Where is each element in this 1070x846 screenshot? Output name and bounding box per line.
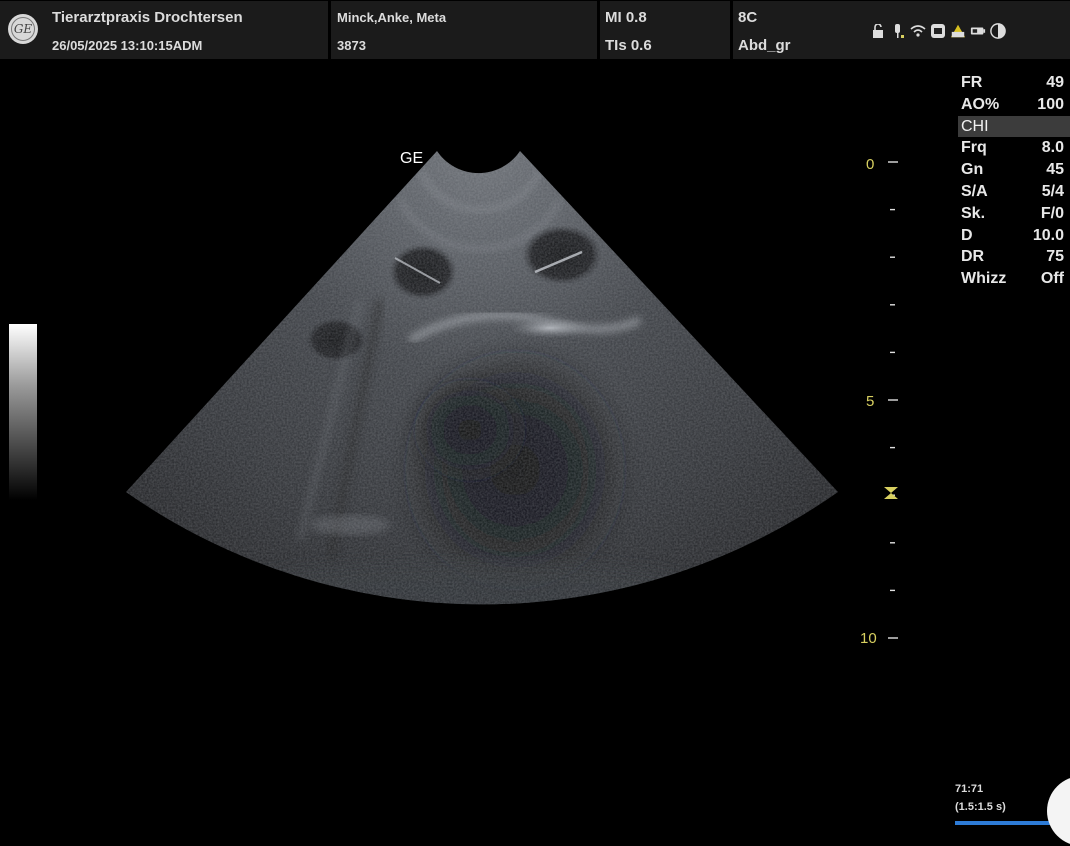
battery-icon[interactable] <box>970 23 986 39</box>
header-index-cell: MI 0.8 TIs 0.6 <box>600 1 730 59</box>
cine-duration: (1.5:1.5 s) <box>955 801 1006 813</box>
param-row-d: D 10.0 <box>958 225 1070 247</box>
param-value: Off <box>1040 270 1064 288</box>
cine-progress-fill <box>955 821 1050 825</box>
param-label: CHI <box>961 117 989 135</box>
param-label: S/A <box>961 182 988 200</box>
patient-id: 3873 <box>337 38 366 53</box>
param-value: 75 <box>1046 248 1064 266</box>
cine-frame-count: 71:71 <box>955 783 984 795</box>
param-row-chi: CHI <box>958 115 1070 138</box>
probe-icon[interactable] <box>890 23 906 39</box>
thermal-index: TIs 0.6 <box>605 37 652 54</box>
patient-name: Minck,Anke, Meta <box>337 10 447 25</box>
header-clinic-cell: GE Tierarztpraxis Drochtersen 26/05/2025… <box>0 1 328 59</box>
cine-progress-bar[interactable] <box>955 821 1050 825</box>
param-label: Gn <box>961 161 984 179</box>
param-label: DR <box>961 248 985 266</box>
probe-name: 8C <box>738 9 758 26</box>
focus-marker-icon[interactable] <box>884 487 898 499</box>
param-row-frq: Frq 8.0 <box>958 137 1070 159</box>
param-row-dr: DR 75 <box>958 246 1070 268</box>
param-label: D <box>961 226 973 244</box>
lock-icon[interactable] <box>870 23 886 39</box>
status-icons <box>870 19 1006 43</box>
contrast-icon[interactable] <box>990 23 1006 39</box>
network-icon[interactable] <box>930 23 946 39</box>
header-patient-cell[interactable]: Minck,Anke, Meta 3873 <box>331 1 597 59</box>
depth-label-10: 10 <box>860 630 877 647</box>
exam-preset: Abd_gr <box>738 37 791 54</box>
depth-label-0: 0 <box>866 156 875 173</box>
param-value: 49 <box>1046 74 1064 91</box>
param-value: 5/4 <box>1041 182 1064 200</box>
exam-datetime: 26/05/2025 13:10:15ADM <box>52 38 203 53</box>
param-label: Whizz <box>961 270 1007 288</box>
ge-logo-icon: GE <box>8 14 38 44</box>
wifi-icon[interactable] <box>910 23 926 39</box>
param-value: F/0 <box>1040 204 1064 222</box>
param-value: 45 <box>1046 161 1064 179</box>
param-value: 10.0 <box>1032 226 1064 244</box>
param-row-sa: S/A 5/4 <box>958 181 1070 203</box>
gray-map-bar <box>9 324 37 500</box>
param-value: 8.0 <box>1041 139 1064 157</box>
param-label: AO% <box>961 95 1000 113</box>
orientation-mark: GE <box>400 150 424 167</box>
param-label: Sk. <box>961 204 986 222</box>
imaging-parameters: FR 49 AO% 100 CHI Frq 8.0 Gn 45 S/A 5/4 Sk. F/… <box>958 72 1070 290</box>
param-label: Frq <box>961 139 987 157</box>
param-value: 100 <box>1037 95 1064 113</box>
mechanical-index: MI 0.8 <box>605 9 647 26</box>
param-row-gn: Gn 45 <box>958 159 1070 181</box>
param-label: FR <box>961 74 983 91</box>
header-bar: GE Tierarztpraxis Drochtersen 26/05/2025… <box>0 0 1070 60</box>
param-row-ao: AO% 100 <box>958 94 1070 116</box>
depth-label-5: 5 <box>866 393 875 410</box>
warning-icon[interactable] <box>950 23 966 39</box>
clinic-name: Tierarztpraxis Drochtersen <box>52 9 243 26</box>
param-row-fr: FR 49 <box>958 72 1070 94</box>
param-row-sk: Sk. F/0 <box>958 203 1070 225</box>
param-row-whizz: Whizz Off <box>958 268 1070 290</box>
